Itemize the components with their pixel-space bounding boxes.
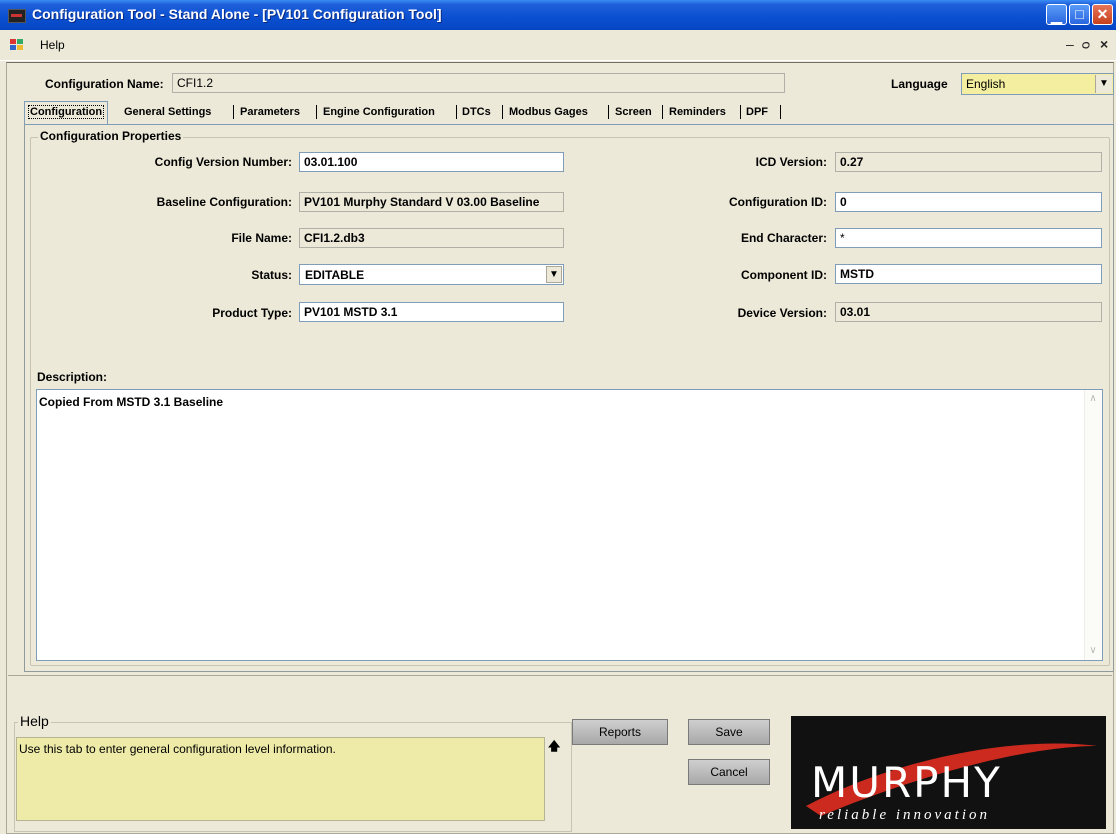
icd-version-field[interactable]: 0.27 xyxy=(835,152,1102,172)
tab-parameters[interactable]: Parameters xyxy=(240,102,300,122)
tab-engine-configuration[interactable]: Engine Configuration xyxy=(323,102,435,122)
title-bar: Configuration Tool - Stand Alone - [PV10… xyxy=(0,0,1116,30)
end-character-field[interactable]: * xyxy=(835,228,1102,248)
close-icon: ✕ xyxy=(1096,6,1109,22)
mdi-minimize-button[interactable]: – xyxy=(1066,36,1074,52)
scroll-down-icon[interactable]: ∨ xyxy=(1086,644,1100,658)
tab-divider xyxy=(740,105,741,119)
tab-configuration-label: Configuration xyxy=(28,105,105,119)
end-character-label: End Character: xyxy=(740,231,827,245)
config-version-label: Config Version Number: xyxy=(154,155,292,169)
tab-general-settings[interactable]: General Settings xyxy=(124,102,211,122)
app-icon[interactable] xyxy=(8,9,26,23)
baseline-configuration-label: Baseline Configuration: xyxy=(156,195,292,209)
tab-divider xyxy=(502,105,503,119)
tab-divider xyxy=(233,105,234,119)
product-type-field[interactable]: PV101 MSTD 3.1 xyxy=(299,302,564,322)
config-name-label: Configuration Name: xyxy=(45,77,164,91)
menu-bar: Help – ᴑ × xyxy=(0,30,1116,61)
baseline-configuration-field[interactable]: PV101 Murphy Standard V 03.00 Baseline xyxy=(299,192,564,212)
help-menu-label: Help xyxy=(40,38,65,52)
tab-screen[interactable]: Screen xyxy=(615,102,652,122)
chevron-down-icon[interactable]: ▼ xyxy=(1095,75,1112,93)
description-scrollbar[interactable]: ∧ ∨ xyxy=(1084,390,1102,660)
murphy-logo: MURPHY reliable innovation xyxy=(791,716,1106,829)
tab-dtcs[interactable]: DTCs xyxy=(462,102,491,122)
file-name-label: File Name: xyxy=(231,231,292,245)
help-menu[interactable]: Help xyxy=(40,38,65,52)
product-type-label: Product Type: xyxy=(212,306,292,320)
help-group-title: Help xyxy=(18,713,51,729)
status-label: Status: xyxy=(251,268,292,282)
cancel-button[interactable]: Cancel xyxy=(688,759,770,785)
tab-configuration[interactable]: Configuration xyxy=(24,101,109,124)
chevron-down-icon[interactable]: ▼ xyxy=(546,266,562,283)
component-id-label: Component ID: xyxy=(741,268,827,282)
file-name-field[interactable]: CFI1.2.db3 xyxy=(299,228,564,248)
close-button[interactable]: ✕ xyxy=(1092,4,1113,25)
configuration-id-label: Configuration ID: xyxy=(729,195,827,209)
help-text: Use this tab to enter general configurat… xyxy=(16,737,545,821)
component-id-field[interactable]: MSTD xyxy=(835,264,1102,284)
window-title: Configuration Tool - Stand Alone - [PV10… xyxy=(32,6,442,22)
icd-version-label: ICD Version: xyxy=(755,155,827,169)
scroll-up-icon[interactable]: ∧ xyxy=(1086,392,1100,406)
language-select[interactable]: English ▼ xyxy=(961,73,1114,95)
description-textarea[interactable]: Copied From MSTD 3.1 Baseline ∧ ∨ xyxy=(36,389,1103,661)
tab-divider xyxy=(316,105,317,119)
tab-divider xyxy=(456,105,457,119)
language-label: Language xyxy=(891,77,948,91)
divider xyxy=(8,675,1112,676)
group-title: Configuration Properties xyxy=(38,129,184,143)
device-version-label: Device Version: xyxy=(737,306,827,320)
language-value: English xyxy=(966,77,1006,91)
description-label: Description: xyxy=(37,370,108,384)
mdi-restore-button[interactable]: ᴑ xyxy=(1082,36,1090,52)
device-version-field[interactable]: 03.01 xyxy=(835,302,1102,322)
help-expand-button[interactable]: 🡅 xyxy=(548,737,560,758)
tab-divider xyxy=(780,105,781,119)
tab-divider xyxy=(608,105,609,119)
description-text: Copied From MSTD 3.1 Baseline xyxy=(39,395,224,409)
maximize-button[interactable]: □ xyxy=(1069,4,1090,25)
tab-strip: Configuration General Settings Parameter… xyxy=(24,101,1114,125)
config-name-field[interactable]: CFI1.2 xyxy=(172,73,785,93)
tab-modbus-gages[interactable]: Modbus Gages xyxy=(509,102,588,122)
reports-button[interactable]: Reports xyxy=(572,719,668,745)
tab-dpf[interactable]: DPF xyxy=(746,102,768,122)
mdi-child-icon[interactable] xyxy=(10,39,24,51)
status-select[interactable]: EDITABLE ▼ xyxy=(299,264,564,285)
minimize-button[interactable]: ▁ xyxy=(1046,4,1067,25)
logo-brand: MURPHY xyxy=(811,758,1002,807)
save-button[interactable]: Save xyxy=(688,719,770,745)
arrow-up-icon: 🡅 xyxy=(548,739,561,753)
config-version-field[interactable]: 03.01.100 xyxy=(299,152,564,172)
minimize-icon: ▁ xyxy=(1051,8,1062,24)
tab-divider xyxy=(662,105,663,119)
logo-tagline: reliable innovation xyxy=(819,807,991,823)
tab-reminders[interactable]: Reminders xyxy=(669,102,726,122)
status-value: EDITABLE xyxy=(305,268,365,282)
configuration-id-field[interactable]: 0 xyxy=(835,192,1102,212)
maximize-icon: □ xyxy=(1075,6,1084,22)
mdi-close-button[interactable]: × xyxy=(1100,36,1108,52)
